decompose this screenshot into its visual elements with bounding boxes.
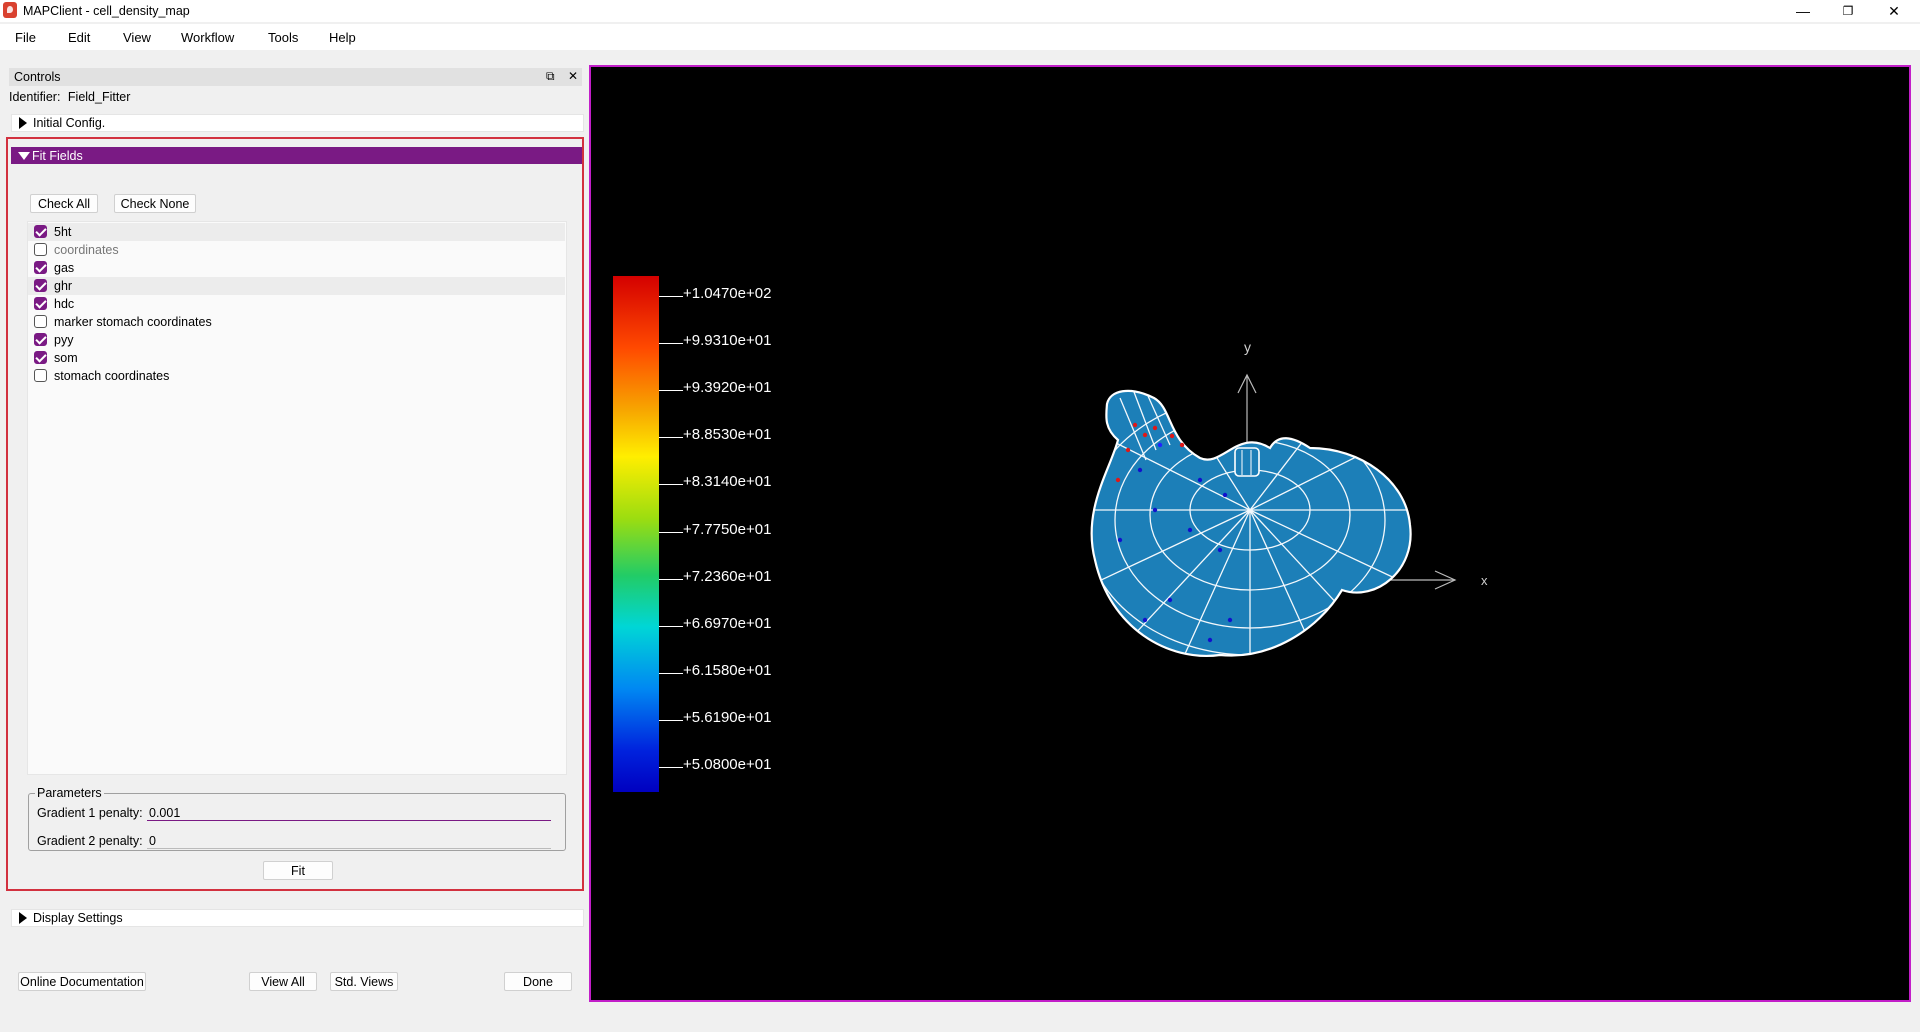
spectrum-colorbar <box>613 276 659 792</box>
identifier-row: Identifier: Field_Fitter <box>9 90 130 104</box>
title-bar: MAPClient - cell_density_map — ❐ ✕ <box>0 0 1920 22</box>
colorbar-tick-line <box>659 625 683 627</box>
y-axis-label: y <box>1244 339 1251 355</box>
display-settings-label: Display Settings <box>33 911 123 925</box>
colorbar-tick-label: +7.7750e+01 <box>683 520 772 538</box>
colorbar-tick-label: +9.9310e+01 <box>683 332 772 350</box>
colorbar-tick-line <box>659 672 683 674</box>
field-row[interactable]: som <box>28 349 565 367</box>
field-checkbox[interactable] <box>34 369 47 382</box>
initial-config-label: Initial Config. <box>33 116 106 130</box>
field-row[interactable]: gas <box>28 259 565 277</box>
window-title: MAPClient - cell_density_map <box>23 4 190 18</box>
field-checkbox[interactable] <box>34 351 47 364</box>
colorbar-tick-line <box>659 531 683 533</box>
minimize-button[interactable]: — <box>1781 0 1825 22</box>
view-all-button[interactable]: View All <box>249 972 317 991</box>
field-label: marker stomach coordinates <box>54 315 212 329</box>
check-all-button[interactable]: Check All <box>30 194 98 213</box>
colorbar-tick-label: +5.6190e+01 <box>683 708 772 726</box>
field-row[interactable]: ghr <box>28 277 565 295</box>
initial-config-header[interactable]: Initial Config. <box>11 114 584 132</box>
menu-tools[interactable]: Tools <box>268 30 298 45</box>
field-row[interactable]: marker stomach coordinates <box>28 313 565 331</box>
colorbar-tick-label: +5.0800e+01 <box>683 756 772 773</box>
field-row[interactable]: hdc <box>28 295 565 313</box>
field-label: coordinates <box>54 243 119 257</box>
field-checkbox[interactable] <box>34 279 47 292</box>
field-row[interactable]: coordinates <box>28 241 565 259</box>
close-window-button[interactable]: ✕ <box>1872 0 1916 22</box>
menu-file[interactable]: File <box>15 30 36 45</box>
colorbar-tick-line <box>659 767 683 768</box>
menu-edit[interactable]: Edit <box>68 30 90 45</box>
display-settings-header[interactable]: Display Settings <box>11 909 584 927</box>
field-checkbox[interactable] <box>34 225 47 238</box>
field-label: ghr <box>54 279 73 293</box>
std-views-button[interactable]: Std. Views <box>330 972 398 991</box>
colorbar-tick-line <box>659 343 683 345</box>
identifier-label: Identifier: <box>9 90 61 104</box>
colorbar-tick-line <box>659 390 683 392</box>
collapse-arrow-icon <box>18 152 30 160</box>
controls-dock-title: Controls ⧉ ✕ <box>9 68 582 86</box>
field-checkbox[interactable] <box>34 315 47 328</box>
float-dock-icon[interactable]: ⧉ <box>546 69 555 84</box>
colorbar-tick-label: +8.3140e+01 <box>683 473 772 491</box>
field-row[interactable]: 5ht <box>28 223 565 241</box>
identifier-value: Field_Fitter <box>67 90 131 104</box>
colorbar-tick-label: +1.0470e+02 <box>683 285 772 302</box>
colorbar-tick-line <box>659 296 683 297</box>
field-label: som <box>54 351 78 365</box>
menu-view[interactable]: View <box>123 30 151 45</box>
field-label: 5ht <box>54 225 72 239</box>
fit-button[interactable]: Fit <box>263 861 333 880</box>
menu-help[interactable]: Help <box>329 30 356 45</box>
colorbar-tick-label: +7.2360e+01 <box>683 567 772 585</box>
stomach-mesh-graphic: y x <box>1090 339 1488 657</box>
parameters-title: Parameters <box>35 786 104 800</box>
gradient2-penalty-input[interactable] <box>147 833 551 849</box>
colorbar-tick-label: +6.6970e+01 <box>683 614 772 632</box>
field-label: pyy <box>54 333 74 347</box>
field-label: hdc <box>54 297 75 311</box>
expand-arrow-icon <box>19 117 27 129</box>
colorbar-tick-label: +6.1580e+01 <box>683 661 772 679</box>
check-none-button[interactable]: Check None <box>114 194 196 213</box>
gradient2-label: Gradient 2 penalty: <box>37 834 143 848</box>
x-axis-label: x <box>1481 573 1488 588</box>
field-checkbox[interactable] <box>34 261 47 274</box>
app-logo-icon <box>3 2 17 18</box>
colorbar-tick-label: +8.8530e+01 <box>683 426 772 444</box>
esophagus-tube <box>1234 447 1260 477</box>
field-checkbox[interactable] <box>34 333 47 346</box>
field-row[interactable]: stomach coordinates <box>28 367 565 385</box>
field-list: 5ht coordinates gas ghr hdc marker stomach co… <box>27 221 567 775</box>
online-documentation-button[interactable]: Online Documentation <box>18 972 146 991</box>
colorbar-tick-label: +9.3920e+01 <box>683 379 772 397</box>
field-label: gas <box>54 261 75 275</box>
stomach-surface <box>1090 389 1412 657</box>
colorbar-tick-line <box>659 437 683 439</box>
done-button[interactable]: Done <box>504 972 572 991</box>
fit-fields-header[interactable]: Fit Fields <box>11 147 582 164</box>
menu-bar: File Edit View Workflow Tools Help <box>0 24 1920 50</box>
close-dock-icon[interactable]: ✕ <box>568 69 578 83</box>
field-checkbox[interactable] <box>34 297 47 310</box>
field-label: stomach coordinates <box>54 369 170 383</box>
maximize-button[interactable]: ❐ <box>1826 0 1870 22</box>
dock-title-label: Controls <box>14 70 61 84</box>
colorbar-tick-line <box>659 719 683 721</box>
field-row[interactable]: pyy <box>28 331 565 349</box>
field-checkbox[interactable] <box>34 243 47 256</box>
colorbar-tick-line <box>659 578 683 580</box>
gradient1-penalty-input[interactable] <box>147 805 551 821</box>
fit-fields-label: Fit Fields <box>32 149 83 163</box>
gradient1-label: Gradient 1 penalty: <box>37 806 143 820</box>
colorbar-tick-line <box>659 484 683 486</box>
expand-arrow-icon <box>19 912 27 924</box>
menu-workflow[interactable]: Workflow <box>181 30 234 45</box>
